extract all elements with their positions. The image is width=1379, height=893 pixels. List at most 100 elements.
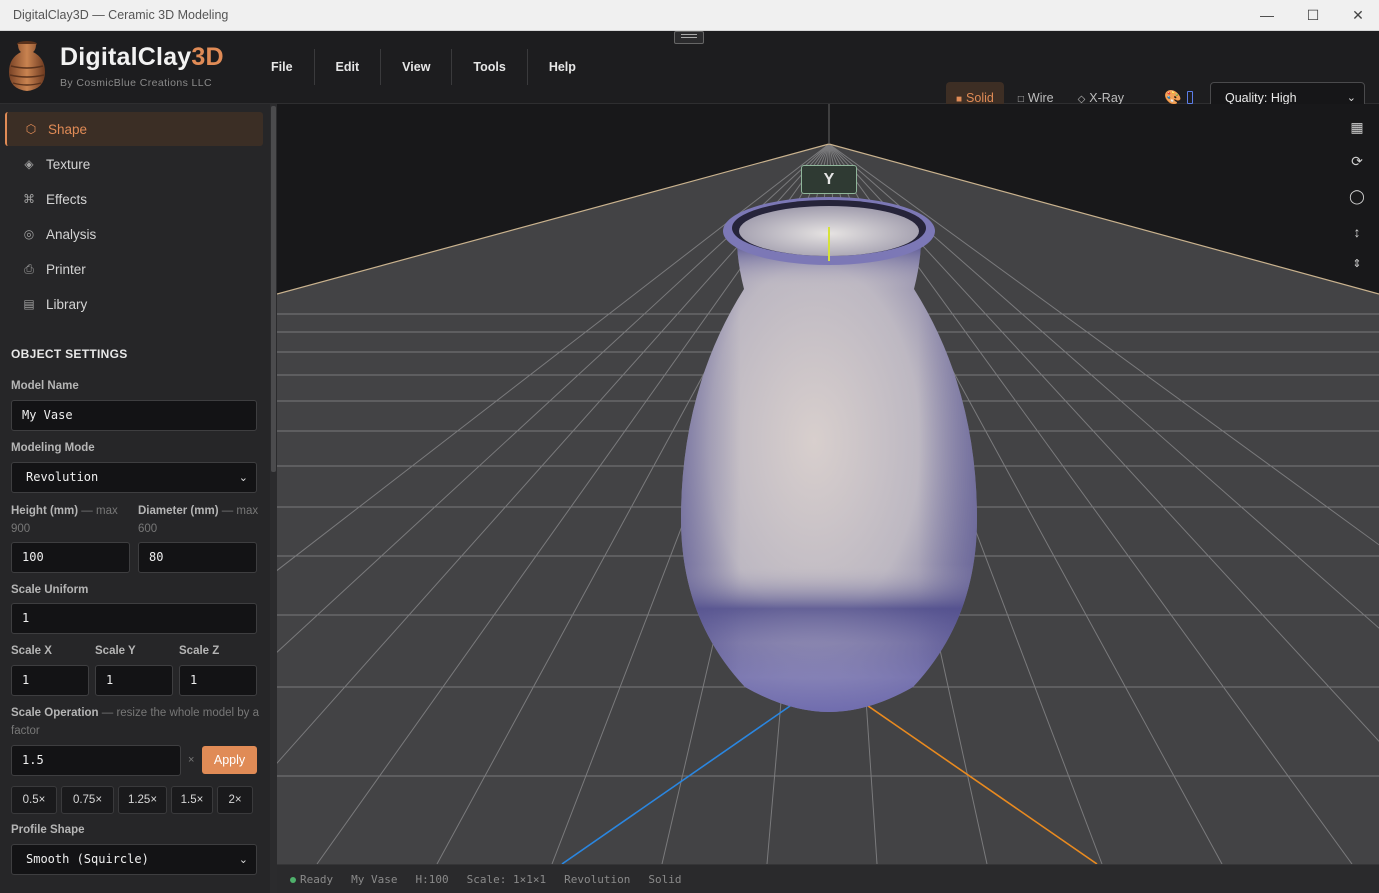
maximize-button[interactable]: ☐ — [1290, 0, 1336, 30]
height-label-text: Height (mm) — [11, 505, 79, 517]
sidebar-item-label: Library — [46, 296, 88, 312]
brand-name-accent: 3D — [191, 43, 224, 71]
scale-operation-label: Scale Operation — resize the whole model… — [11, 704, 261, 740]
drag-handle[interactable] — [674, 31, 704, 44]
vertical-arrows-icon[interactable]: ↕ — [1345, 220, 1369, 244]
menu-edit[interactable]: Edit — [315, 49, 382, 85]
diamond-icon: ◈ — [24, 157, 34, 171]
sidebar: ⬡ Shape ◈ Texture ⌘ Effects ◎ Analysis ⎙ Prin… — [0, 104, 277, 893]
scale-y-label: Scale Y — [95, 645, 136, 657]
preset-2x-button[interactable]: 2× — [217, 786, 253, 814]
scale-factor-input[interactable]: 1.5 — [11, 745, 181, 776]
scale-operation-label-text: Scale Operation — [11, 707, 99, 719]
menu-view[interactable]: View — [381, 49, 453, 85]
scale-y-input[interactable]: 1 — [95, 665, 173, 696]
chevron-down-icon: ⌄ — [238, 471, 248, 484]
preset-0-75x-button[interactable]: 0.75× — [61, 786, 114, 814]
hexagon-icon: ⬡ — [25, 122, 37, 136]
diameter-label: Diameter (mm) — max 600 — [138, 502, 263, 538]
model-name-input[interactable]: My Vase — [11, 400, 257, 431]
scale-uniform-label: Scale Uniform — [11, 584, 89, 596]
status-bar: Ready My Vase H:100 Scale: 1×1×1 Revolut… — [277, 864, 1379, 893]
panel-toggle-icon[interactable] — [1187, 91, 1193, 104]
status-height: H:100 — [415, 872, 449, 886]
grid-icon[interactable]: ▦ — [1345, 115, 1369, 139]
height-input[interactable]: 100 — [11, 542, 130, 573]
status-model-name: My Vase — [351, 872, 398, 886]
sidebar-item-label: Printer — [46, 261, 86, 277]
quality-value: Quality: High — [1225, 91, 1297, 105]
profile-shape-select[interactable]: Smooth (Squircle) ⌄ — [11, 844, 257, 875]
model-name-label: Model Name — [11, 380, 79, 392]
diameter-input[interactable]: 80 — [138, 542, 257, 573]
sidebar-item-shape[interactable]: ⬡ Shape — [5, 112, 263, 146]
scale-z-input[interactable]: 1 — [179, 665, 257, 696]
modeling-mode-value: Revolution — [26, 470, 99, 484]
preset-1-25x-button[interactable]: 1.25× — [118, 786, 167, 814]
command-icon: ⌘ — [23, 192, 35, 206]
target-icon: ◎ — [23, 227, 35, 241]
scale-x-label: Scale X — [11, 645, 52, 657]
clay-pot-icon — [9, 41, 45, 91]
scale-x-value: 1 — [22, 673, 30, 687]
render-mode-label: Wire — [1027, 91, 1054, 105]
scale-y-value: 1 — [106, 673, 114, 687]
apply-button[interactable]: Apply — [202, 746, 257, 774]
chevron-down-icon: ⌄ — [238, 853, 248, 866]
minimize-button[interactable]: — — [1244, 0, 1290, 30]
close-button[interactable]: ✕ — [1335, 0, 1379, 30]
section-title: OBJECT SETTINGS — [11, 347, 128, 361]
sidebar-item-label: Shape — [48, 121, 88, 137]
scale-z-value: 1 — [190, 673, 198, 687]
scale-uniform-input[interactable]: 1 — [11, 603, 257, 634]
modeling-mode-select[interactable]: Revolution ⌄ — [11, 462, 257, 493]
printer-icon: ⎙ — [24, 261, 34, 276]
preset-1-5x-button[interactable]: 1.5× — [171, 786, 213, 814]
main-menu: File Edit View Tools Help — [250, 49, 597, 85]
preset-0-5x-button[interactable]: 0.5× — [11, 786, 57, 814]
sidebar-item-label: Texture — [46, 156, 91, 172]
viewport-3d[interactable]: Y ▦ ⟳ ◯ ↕ ⇕ — [277, 104, 1379, 864]
render-mode-label: X-Ray — [1089, 91, 1125, 105]
modeling-mode-label: Modeling Mode — [11, 442, 95, 454]
scale-x-input[interactable]: 1 — [11, 665, 89, 696]
minimize-icon: — — [1260, 7, 1274, 23]
status-ready-text: Ready — [300, 872, 334, 886]
status-ready: Ready — [290, 873, 333, 886]
model-name-value: My Vase — [22, 408, 73, 422]
sidebar-item-analysis[interactable]: ◎ Analysis — [5, 217, 263, 251]
axis-y-label: Y — [801, 165, 857, 194]
scale-uniform-value: 1 — [22, 611, 30, 625]
scene-canvas[interactable] — [277, 104, 1379, 864]
render-mode-label: Solid — [966, 91, 994, 105]
window-titlebar: DigitalClay3D — Ceramic 3D Modeling — ☐ … — [0, 0, 1379, 31]
height-label: Height (mm) — max 900 — [11, 502, 131, 538]
rotate-icon[interactable]: ⟳ — [1345, 149, 1369, 173]
diameter-label-text: Diameter (mm) — [138, 505, 219, 517]
sidebar-item-texture[interactable]: ◈ Texture — [5, 147, 263, 181]
maximize-icon: ☐ — [1306, 6, 1320, 23]
diameter-value: 80 — [149, 550, 164, 564]
height-value: 100 — [22, 550, 44, 564]
menu-tools[interactable]: Tools — [452, 49, 528, 85]
menu-file[interactable]: File — [250, 49, 315, 85]
sidebar-item-effects[interactable]: ⌘ Effects — [5, 182, 263, 216]
status-mode: Revolution — [564, 872, 631, 886]
sidebar-scroll-thumb[interactable] — [271, 106, 276, 472]
brand-subtitle: By CosmicBlue Creations LLC — [60, 77, 213, 89]
app-logo-text: DigitalClay3D — [60, 43, 224, 72]
sphere-icon[interactable]: ◯ — [1345, 184, 1369, 208]
scale-factor-value: 1.5 — [22, 753, 44, 767]
sidebar-item-label: Analysis — [46, 226, 97, 242]
height-icon[interactable]: ⇕ — [1345, 252, 1369, 276]
sidebar-item-printer[interactable]: ⎙ Printer — [5, 252, 263, 286]
profile-shape-label: Profile Shape — [11, 824, 85, 836]
scale-z-label: Scale Z — [179, 645, 220, 657]
status-dot-icon — [290, 876, 296, 883]
sidebar-item-library[interactable]: ▤ Library — [5, 287, 263, 321]
status-scale: Scale: 1×1×1 — [466, 872, 547, 886]
close-icon: ✕ — [1352, 6, 1364, 23]
library-icon: ▤ — [23, 297, 35, 311]
brand-name: DigitalClay — [60, 43, 192, 71]
menu-help[interactable]: Help — [528, 49, 597, 85]
